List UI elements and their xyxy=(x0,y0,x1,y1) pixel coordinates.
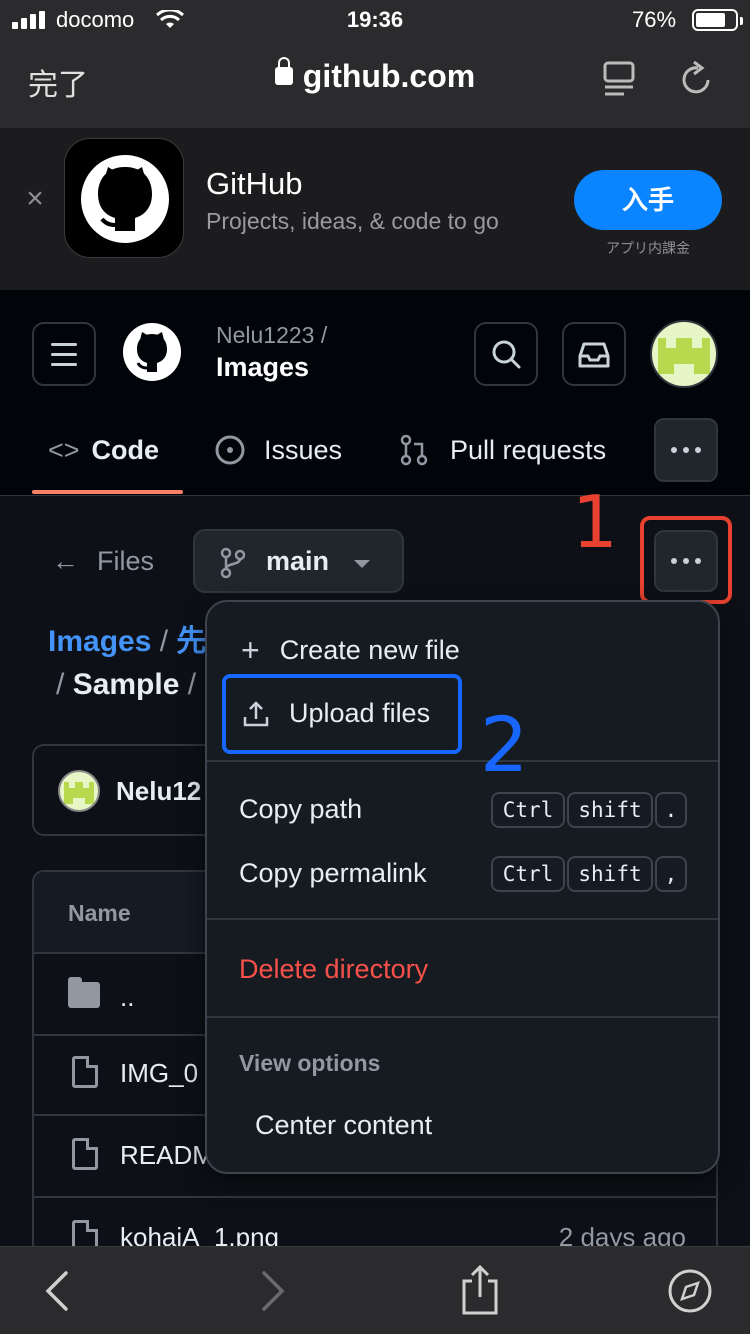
kbd-comma: , xyxy=(655,856,687,892)
breadcrumb-current-folder: Sample xyxy=(72,668,180,701)
get-app-button[interactable]: 入手 xyxy=(574,170,722,230)
github-app-icon[interactable] xyxy=(64,138,184,258)
plus-icon: + xyxy=(241,632,260,668)
breadcrumb: Images / 先 xyxy=(48,616,206,660)
reader-icon[interactable] xyxy=(602,60,636,98)
breadcrumb-partial-link[interactable]: 先 xyxy=(176,625,206,658)
compass-icon[interactable] xyxy=(666,1267,714,1315)
arrow-left-icon: ← xyxy=(52,546,79,576)
view-options-heading: View options xyxy=(239,1050,381,1076)
safari-bottom-toolbar xyxy=(0,1246,750,1334)
kbd-ctrl: Ctrl xyxy=(491,792,565,828)
github-logo-icon[interactable] xyxy=(122,322,182,382)
menu-divider xyxy=(207,918,718,920)
in-app-purchase-note: アプリ内課金 xyxy=(606,240,690,256)
kbd-period: . xyxy=(655,792,687,828)
forward-icon[interactable] xyxy=(254,1269,290,1313)
branch-name: main xyxy=(266,546,330,576)
reload-icon[interactable] xyxy=(678,60,714,98)
repo-name-link[interactable]: Images xyxy=(216,352,309,383)
close-icon[interactable]: × xyxy=(22,184,48,214)
branch-icon xyxy=(220,547,246,579)
code-icon: <> xyxy=(48,435,80,465)
commit-avatar[interactable] xyxy=(58,770,100,812)
repo-owner-link[interactable]: Nelu1223 / xyxy=(216,322,327,349)
kbd-shift: shift xyxy=(567,792,653,828)
battery-percent: 76% xyxy=(632,7,677,32)
copy-path-item[interactable]: Copy path xyxy=(239,794,362,825)
url-text: github.com xyxy=(302,58,476,94)
kbd-ctrl: Ctrl xyxy=(491,856,565,892)
tab-code[interactable]: <> Code xyxy=(48,430,159,470)
back-icon[interactable] xyxy=(40,1269,76,1313)
kebab-icon xyxy=(656,420,716,480)
tab-pull-requests[interactable]: Pull requests xyxy=(398,430,606,470)
share-icon[interactable] xyxy=(458,1263,502,1317)
menu-button[interactable] xyxy=(32,322,96,386)
breadcrumb-root-link[interactable]: Images xyxy=(48,625,151,658)
address-bar[interactable]: github.com xyxy=(0,57,750,95)
user-avatar[interactable] xyxy=(650,320,718,388)
files-back-button[interactable]: ← Files xyxy=(52,546,154,577)
battery-icon xyxy=(692,9,743,31)
lock-icon xyxy=(274,57,293,85)
breadcrumb-current: / Sample / xyxy=(56,668,197,701)
search-button[interactable] xyxy=(474,322,538,386)
pull-request-icon xyxy=(400,434,428,466)
annotation-box-1 xyxy=(640,516,732,604)
folder-icon xyxy=(68,977,100,1008)
annotation-box-2 xyxy=(222,674,462,754)
delete-directory-item[interactable]: Delete directory xyxy=(239,954,428,985)
tab-issues[interactable]: Issues xyxy=(214,430,342,470)
search-icon xyxy=(492,340,521,369)
caret-down-icon xyxy=(354,560,370,568)
file-icon xyxy=(72,1056,98,1088)
banner-app-title: GitHub xyxy=(206,166,303,201)
inbox-icon xyxy=(578,342,610,368)
commit-author[interactable]: Nelu12 xyxy=(116,776,201,807)
menu-divider xyxy=(207,1016,718,1018)
github-logo-icon xyxy=(81,155,169,243)
annotation-number-1: 1 xyxy=(572,480,618,564)
breadcrumb-separator: / xyxy=(159,625,169,658)
menu-divider xyxy=(207,760,718,762)
more-tabs-button[interactable] xyxy=(654,418,718,482)
copy-permalink-item[interactable]: Copy permalink xyxy=(239,858,427,889)
kbd-shift: shift xyxy=(567,856,653,892)
status-bar: docomo 19:36 76% xyxy=(0,0,750,40)
center-content-item[interactable]: Center content xyxy=(255,1110,432,1141)
column-name-header: Name xyxy=(68,900,131,926)
issue-icon xyxy=(215,435,245,465)
create-new-file-item[interactable]: + Create new file xyxy=(241,634,460,666)
inbox-button[interactable] xyxy=(562,322,626,386)
active-tab-indicator xyxy=(32,490,183,494)
file-icon xyxy=(72,1138,98,1170)
banner-app-subtitle: Projects, ideas, & code to go xyxy=(206,208,499,234)
annotation-number-2: 2 xyxy=(480,700,529,789)
